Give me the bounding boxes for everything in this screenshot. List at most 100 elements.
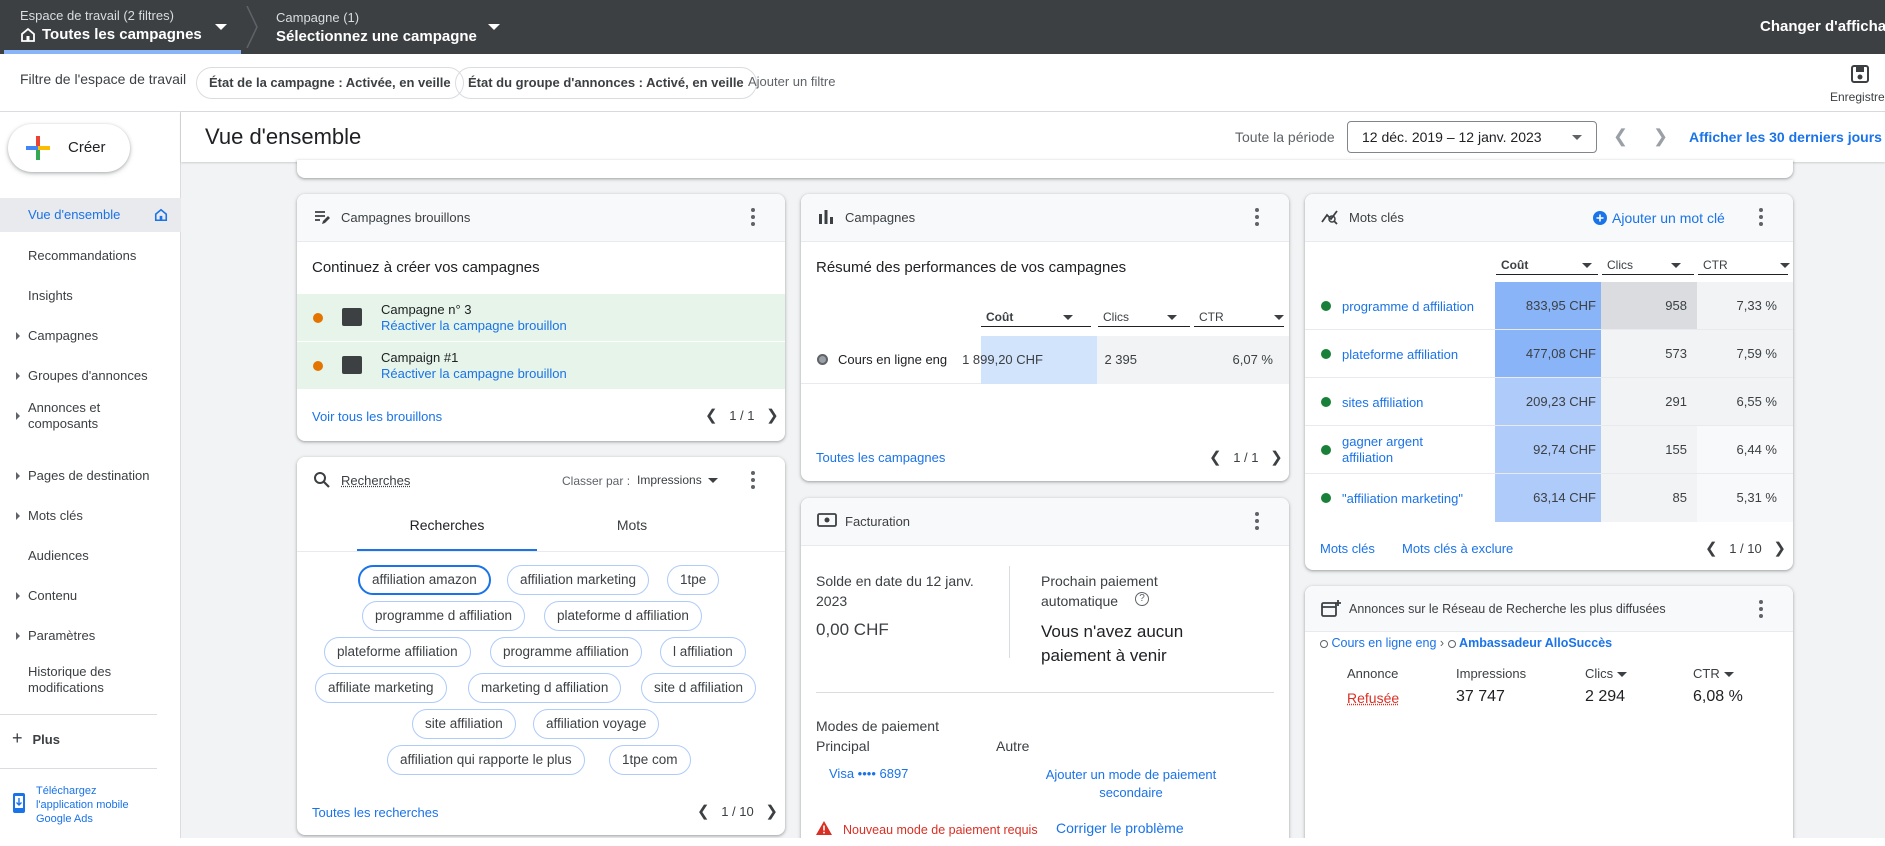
add-secondary-payment-link[interactable]: Ajouter un mode de paiement secondaire: [1021, 766, 1241, 802]
search-term-chip[interactable]: 1tpe com: [609, 745, 691, 775]
search-term-chip[interactable]: site affiliation: [412, 709, 516, 739]
next-page-icon[interactable]: ❯: [766, 407, 779, 424]
next-period-icon[interactable]: ❯: [1653, 126, 1668, 147]
sort-dropdown[interactable]: Impressions: [637, 473, 718, 487]
campaign-link[interactable]: Cours en ligne eng: [1331, 636, 1436, 650]
column-header-ctr[interactable]: CTR: [1703, 258, 1790, 272]
search-term-chip[interactable]: affiliate marketing: [315, 673, 447, 703]
search-term-chip[interactable]: programme d affiliation: [362, 601, 526, 631]
search-term-chip[interactable]: marketing d affiliation: [468, 673, 622, 703]
prev-page-icon[interactable]: ❮: [705, 407, 718, 424]
table-row[interactable]: programme d affiliation 833,95 CHF 958 7…: [1305, 282, 1793, 330]
ad-status[interactable]: Refusée: [1347, 690, 1399, 706]
add-circle-icon[interactable]: [1593, 211, 1607, 225]
search-term-chip[interactable]: plateforme affiliation: [324, 637, 471, 667]
sidebar-item-insights[interactable]: Insights: [0, 280, 181, 312]
sidebar-item-content[interactable]: Contenu: [0, 580, 181, 612]
sidebar-item-campaigns[interactable]: Campagnes: [0, 320, 181, 352]
table-row[interactable]: "affiliation marketing" 63,14 CHF 85 5,3…: [1305, 474, 1793, 522]
add-filter-button[interactable]: Ajouter un filtre: [748, 74, 835, 89]
column-header-cost[interactable]: Coût: [1501, 258, 1593, 272]
filter-chip-adgroup-status[interactable]: État du groupe d'annonces : Activé, en v…: [455, 67, 757, 99]
next-page-icon[interactable]: ❯: [765, 803, 778, 820]
keyword-name[interactable]: programme d affiliation: [1342, 299, 1474, 315]
help-icon[interactable]: ?: [1135, 592, 1149, 606]
all-campaigns-link[interactable]: Toutes les campagnes: [816, 450, 945, 465]
adgroup-link[interactable]: Ambassadeur AlloSuccès: [1459, 636, 1612, 650]
next-page-icon[interactable]: ❯: [1773, 540, 1786, 557]
reactivate-draft-link[interactable]: Réactiver la campagne brouillon: [381, 318, 567, 333]
tab-words[interactable]: Mots: [542, 517, 722, 533]
download-app-link[interactable]: Téléchargez l'application mobile Google …: [36, 784, 129, 826]
campaign-dropdown-icon[interactable]: [488, 24, 500, 30]
sidebar-item-keywords[interactable]: Mots clés: [0, 500, 181, 532]
save-icon[interactable]: [1850, 64, 1870, 84]
prev-page-icon[interactable]: ❮: [1209, 449, 1222, 466]
column-header-clicks[interactable]: Clics: [1103, 310, 1177, 324]
sidebar-item-settings[interactable]: Paramètres: [0, 620, 181, 652]
search-term-chip[interactable]: affiliation qui rapporte le plus: [387, 745, 585, 775]
search-term-chip[interactable]: 1tpe: [667, 565, 720, 595]
prev-page-icon[interactable]: ❮: [1705, 540, 1718, 557]
primary-payment-link[interactable]: Visa •••• 6897: [829, 766, 908, 781]
draft-row[interactable]: Campaign #1 Réactiver la campagne brouil…: [297, 341, 785, 389]
search-term-chip[interactable]: plateforme d affiliation: [544, 601, 702, 631]
table-row[interactable]: gagner argent affiliation 92,74 CHF 155 …: [1305, 426, 1793, 474]
change-view-button[interactable]: Changer d'affichag: [1760, 18, 1885, 35]
keyword-name[interactable]: "affiliation marketing": [1342, 491, 1463, 507]
more-options-icon[interactable]: [1255, 208, 1259, 228]
more-options-icon[interactable]: [1759, 600, 1763, 620]
table-row[interactable]: Cours en ligne eng 1 899,20 CHF 2 395 6,…: [801, 336, 1289, 384]
column-header-clicks[interactable]: Clics: [1607, 258, 1681, 272]
column-header-cost[interactable]: Coût: [986, 310, 1074, 324]
next-page-icon[interactable]: ❯: [1270, 449, 1283, 466]
column-header-ctr[interactable]: CTR: [1693, 666, 1734, 681]
table-row[interactable]: sites affiliation 209,23 CHF 291 6,55 %: [1305, 378, 1793, 426]
sidebar-item-ads[interactable]: Annonces et composants: [0, 400, 181, 440]
more-options-icon[interactable]: [1759, 208, 1763, 228]
more-options-icon[interactable]: [751, 208, 755, 228]
search-term-chip[interactable]: site d affiliation: [641, 673, 757, 703]
crumb-separator-icon: ›: [1439, 636, 1445, 650]
card-subtitle: Résumé des performances de vos campagnes: [816, 259, 1127, 276]
reactivate-draft-link[interactable]: Réactiver la campagne brouillon: [381, 366, 567, 381]
sidebar-item-landing-pages[interactable]: Pages de destination: [0, 460, 181, 492]
keyword-name[interactable]: sites affiliation: [1342, 395, 1423, 411]
draft-row[interactable]: Campagne n° 3 Réactiver la campagne brou…: [297, 293, 785, 341]
keyword-name[interactable]: gagner argent affiliation: [1342, 434, 1423, 466]
sidebar-item-change-history[interactable]: Historique des modifications: [0, 664, 181, 704]
workspace-dropdown-icon[interactable]: [215, 24, 227, 30]
column-header-clicks[interactable]: Clics: [1585, 666, 1628, 681]
bottom-scrollbar[interactable]: [0, 838, 1885, 846]
view-all-drafts-link[interactable]: Voir tous les brouillons: [312, 409, 442, 424]
all-searches-link[interactable]: Toutes les recherches: [312, 805, 438, 820]
table-row[interactable]: plateforme affiliation 477,08 CHF 573 7,…: [1305, 330, 1793, 378]
search-term-chip[interactable]: affiliation voyage: [533, 709, 660, 739]
sidebar-item-adgroups[interactable]: Groupes d'annonces: [0, 360, 181, 392]
keyword-name[interactable]: plateforme affiliation: [1342, 347, 1458, 363]
last-30-days-link[interactable]: Afficher les 30 derniers jours: [1689, 129, 1882, 145]
sidebar-item-audiences[interactable]: Audiences: [0, 540, 181, 572]
search-term-chip[interactable]: affiliation marketing: [507, 565, 650, 595]
date-range-selector[interactable]: 12 déc. 2019 – 12 janv. 2023: [1347, 121, 1597, 153]
search-term-chip[interactable]: l affiliation: [660, 637, 746, 667]
column-header-ctr[interactable]: CTR: [1199, 310, 1284, 324]
filter-chip-campaign-status[interactable]: État de la campagne : Activée, en veille: [196, 67, 464, 99]
negative-keywords-link[interactable]: Mots clés à exclure: [1402, 541, 1513, 556]
keywords-link[interactable]: Mots clés: [1320, 541, 1375, 556]
more-options-icon[interactable]: [751, 471, 755, 491]
more-button[interactable]: + Plus: [12, 728, 60, 749]
fix-problem-link[interactable]: Corriger le problème: [1056, 820, 1184, 836]
prev-page-icon[interactable]: ❮: [697, 803, 710, 820]
workspace-selector[interactable]: Espace de travail (2 filtres) Toutes les…: [20, 8, 202, 43]
search-term-chip[interactable]: programme affiliation: [490, 637, 642, 667]
search-term-chip[interactable]: affiliation amazon: [358, 565, 491, 595]
sidebar-item-overview[interactable]: Vue d'ensemble: [0, 198, 181, 232]
add-keyword-link[interactable]: Ajouter un mot clé: [1612, 210, 1725, 226]
campaign-selector[interactable]: Campagne (1) Sélectionnez une campagne: [276, 10, 477, 45]
tab-searches[interactable]: Recherches: [357, 517, 537, 533]
more-options-icon[interactable]: [1255, 512, 1259, 532]
create-button[interactable]: Créer: [8, 124, 130, 172]
previous-period-icon[interactable]: ❮: [1613, 126, 1628, 147]
sidebar-item-recommendations[interactable]: Recommandations: [0, 240, 181, 272]
